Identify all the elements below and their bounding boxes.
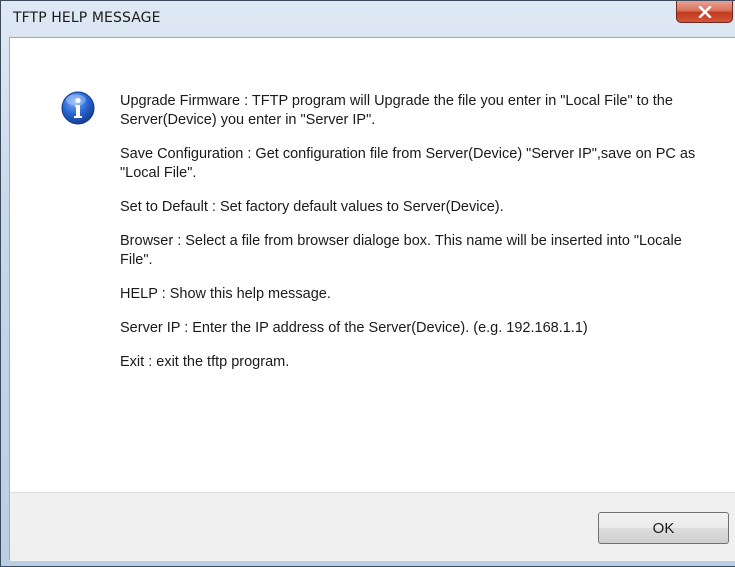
help-save-configuration: Save Configuration : Get configuration f… — [120, 146, 696, 181]
help-message: Upgrade Firmware : TFTP program will Upg… — [120, 92, 710, 387]
help-help: HELP : Show this help message. — [120, 286, 331, 302]
info-icon — [61, 91, 95, 125]
close-icon — [698, 5, 712, 18]
title-bar[interactable]: TFTP HELP MESSAGE — [1, 1, 735, 37]
dialog-footer: OK — [10, 492, 735, 561]
dialog-content: Upgrade Firmware : TFTP program will Upg… — [9, 37, 735, 561]
window-title: TFTP HELP MESSAGE — [13, 10, 161, 26]
dialog-window: TFTP HELP MESSAGE Upgrade Firmware: TFT… — [0, 0, 735, 567]
help-browser: Browser : Select a file from browser dia… — [120, 233, 682, 268]
close-button[interactable] — [676, 1, 733, 23]
ok-button[interactable]: OK — [598, 512, 729, 544]
help-upgrade-firmware: Upgrade Firmware : TFTP program will Upg… — [120, 93, 673, 128]
help-exit: Exit : exit the tftp program. — [120, 354, 290, 370]
help-server-ip: Server IP : Enter the IP address of the … — [120, 320, 588, 336]
help-set-to-default: Set to Default : Set factory default val… — [120, 199, 504, 215]
